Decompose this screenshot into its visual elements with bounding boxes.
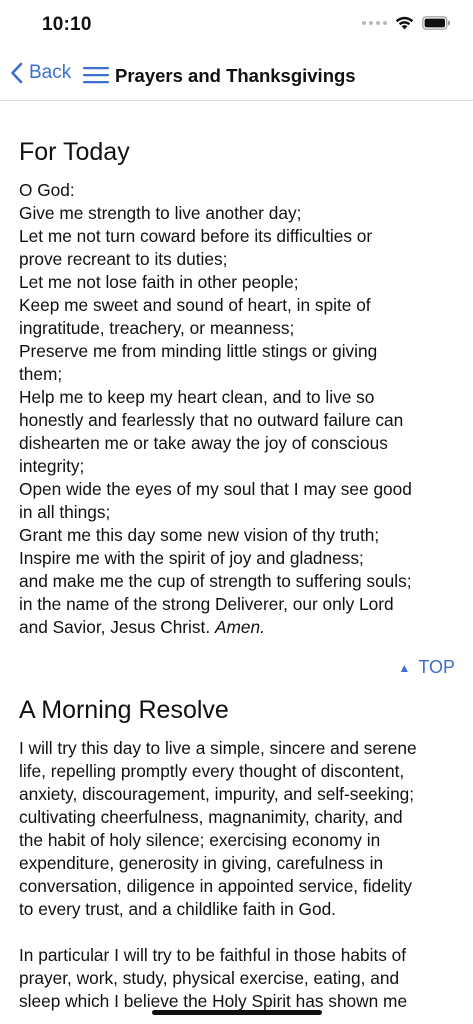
resolve-line: cultivating cheerfulness, magnanimity, c… — [19, 807, 403, 827]
prayer-line: honestly and fearlessly that no outward … — [19, 410, 404, 430]
section-title: A Morning Resolve — [19, 696, 229, 724]
hamburger-menu-icon — [83, 67, 109, 84]
prayer-text: O God: Give me strength to live another … — [19, 179, 459, 639]
prayer-line: dishearten me or take away the joy of co… — [19, 433, 388, 453]
nav-bar: Back Prayers and Thanksgivings — [0, 50, 473, 101]
status-time: 10:10 — [42, 14, 92, 35]
signal-dots-icon — [362, 21, 387, 25]
resolve-line: anxiety, discouragement, impurity, and s… — [19, 784, 415, 804]
resolve-line: life, repelling promptly every thought o… — [19, 761, 405, 781]
content-scroll[interactable]: For Today O God: Give me strength to liv… — [19, 138, 459, 1013]
prayer-line-text: and Savior, Jesus Christ. — [19, 617, 211, 637]
prayer-line: ingratitude, treachery, or meanness; — [19, 318, 295, 338]
resolve-line: to every trust, and a childlike faith in… — [19, 899, 336, 919]
prayer-line: O God: — [19, 180, 75, 200]
back-label: Back — [29, 62, 72, 83]
resolve-line: expenditure, generosity in giving, caref… — [19, 853, 384, 873]
battery-icon — [422, 16, 450, 30]
resolve-line: the habit of holy silence; exercising ec… — [19, 830, 381, 850]
page-title: Prayers and Thanksgivings — [115, 65, 356, 86]
prayer-line: prove recreant to its duties; — [19, 249, 228, 269]
home-indicator[interactable] — [152, 1010, 322, 1015]
status-bar: 10:10 — [0, 0, 473, 50]
prayer-line-last: and Savior, Jesus Christ. Amen. — [19, 616, 459, 639]
resolve-line: I will try this day to live a simple, si… — [19, 738, 417, 758]
menu-button[interactable] — [82, 65, 110, 90]
prayer-line: Help me to keep my heart clean, and to l… — [19, 387, 375, 407]
prayer-line: Let me not lose faith in other people; — [19, 272, 299, 292]
section-title: For Today — [19, 138, 130, 166]
prayer-line: Keep me sweet and sound of heart, in spi… — [19, 295, 371, 315]
prayer-line: Open wide the eyes of my soul that I may… — [19, 479, 412, 499]
section-morning-resolve: A Morning Resolve I will try this day to… — [19, 696, 459, 1013]
top-link[interactable]: ▲ TOP — [19, 657, 455, 678]
wifi-icon — [395, 16, 414, 30]
resolve-paragraph-2: In particular I will try to be faithful … — [19, 944, 459, 1013]
prayer-line: in all things; — [19, 502, 111, 522]
status-icons — [362, 16, 451, 30]
resolve-paragraph-1: I will try this day to live a simple, si… — [19, 737, 459, 921]
section-for-today: For Today O God: Give me strength to liv… — [19, 138, 459, 678]
prayer-line: Let me not turn coward before its diffic… — [19, 226, 373, 246]
prayer-line: Preserve me from minding little stings o… — [19, 341, 378, 361]
prayer-line: integrity; — [19, 456, 85, 476]
prayer-line: them; — [19, 364, 63, 384]
prayer-line: and make me the cup of strength to suffe… — [19, 571, 412, 591]
amen-text: Amen. — [214, 617, 265, 637]
prayer-line: in the name of the strong Deliverer, our… — [19, 594, 394, 614]
prayer-line: Inspire me with the spirit of joy and gl… — [19, 548, 364, 568]
top-label: TOP — [418, 657, 455, 677]
chevron-left-icon — [11, 62, 23, 84]
resolve-line: conversation, diligence in appointed ser… — [19, 876, 412, 896]
triangle-up-icon: ▲ — [398, 660, 411, 675]
prayer-line: Grant me this day some new vision of thy… — [19, 525, 380, 545]
prayer-line: Give me strength to live another day; — [19, 203, 302, 223]
back-button[interactable]: Back — [10, 62, 71, 84]
resolve-line: prayer, work, study, physical exercise, … — [19, 968, 400, 988]
resolve-line: In particular I will try to be faithful … — [19, 945, 407, 965]
